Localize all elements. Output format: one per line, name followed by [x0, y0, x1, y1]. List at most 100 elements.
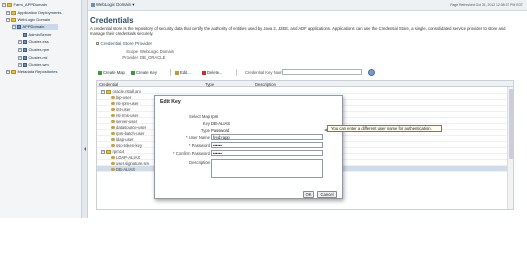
key-icon: [111, 161, 115, 166]
key-label: Key: [202, 121, 210, 126]
required-marker: *: [188, 143, 191, 148]
nav-item-cluster-rpm[interactable]: + Cluster-rpm: [18, 47, 49, 53]
ok-button[interactable]: OK: [303, 191, 314, 198]
username-label: User Name: [188, 135, 210, 140]
delete-button[interactable]: Delete...: [202, 69, 223, 76]
key-icon: [111, 95, 115, 100]
collapse-icon[interactable]: −: [12, 24, 16, 29]
scope-row: Scope WebLogic Domain: [116, 49, 174, 54]
edit-key-dialog: Edit Key Select Map rpm Key DB-ALIAS Typ…: [154, 95, 343, 199]
section-toggle-icon[interactable]: [96, 42, 99, 46]
nav-label: Application Deployments: [17, 10, 62, 15]
password-row: * Password ••••••: [155, 142, 344, 149]
cancel-button[interactable]: Cancel: [317, 191, 337, 198]
nav-label: Metadata Repositories: [17, 69, 58, 74]
edit-button[interactable]: Edit...: [175, 69, 191, 76]
username-tooltip: You can enter a different user name for …: [324, 125, 442, 132]
nav-label: Cluster-rrd: [28, 55, 48, 60]
scrollbar-thumb[interactable]: [509, 89, 513, 159]
nav-label: APPDomain: [22, 24, 45, 29]
server-icon: [23, 62, 27, 67]
app-page: − Farm_APPDomain + Application Deployments…: [0, 0, 527, 256]
confirm-password-input[interactable]: ••••••: [211, 150, 323, 156]
username-input[interactable]: fred:rapp: [211, 134, 323, 140]
create-key-button[interactable]: Create Key: [131, 69, 157, 76]
description-textarea[interactable]: [211, 159, 323, 178]
edit-label: Edit...: [180, 70, 191, 75]
key-icon: [111, 131, 115, 136]
vertical-scrollbar[interactable]: [507, 87, 513, 209]
page-description: A credential store is the repository of …: [90, 26, 506, 36]
target-header: WebLogic Domain ▾ Page Refreshed Oct 31,…: [88, 0, 527, 11]
server-icon: [23, 55, 27, 60]
nav-label: AdminServer: [28, 32, 52, 37]
create-key-label: Create Key: [136, 70, 157, 75]
search-icon[interactable]: [368, 68, 375, 76]
nav-label: WebLogic Domain: [17, 17, 51, 22]
expand-icon[interactable]: +: [6, 69, 10, 74]
credential-key-name-input[interactable]: [282, 69, 362, 75]
expand-icon[interactable]: +: [6, 10, 10, 15]
chevron-down-icon: ▾: [132, 2, 135, 7]
key-icon: [111, 101, 115, 106]
nav-item-metadata-repositories[interactable]: + Metadata Repositories: [6, 69, 58, 75]
create-map-label: Create Map: [103, 70, 125, 75]
confirm-password-row: * Confirm Password ••••••: [155, 150, 344, 157]
nav-item-weblogic-domain[interactable]: − WebLogic Domain: [6, 17, 50, 23]
scope-label: Scope: [126, 49, 138, 54]
nav-item-farm[interactable]: − Farm_APPDomain: [2, 2, 47, 8]
folder-icon: [11, 17, 16, 22]
server-icon: [23, 32, 27, 37]
collapse-icon[interactable]: −: [2, 2, 6, 7]
provider-label: Provider: [122, 55, 138, 60]
key-icon: [111, 137, 115, 142]
type-label: Type: [200, 128, 210, 133]
credential-store-provider-section[interactable]: Credential Store Provider: [96, 41, 152, 46]
nav-item-application-deployments[interactable]: + Application Deployments: [6, 10, 62, 16]
add-icon: [131, 70, 135, 75]
credential-key: DB-ALIAS: [111, 167, 135, 172]
provider-row: Provider DB_ORACLE: [116, 55, 165, 60]
nav-item-cluster-rrd[interactable]: + Cluster-rrd: [18, 55, 47, 61]
domain-icon: [91, 2, 95, 7]
key-icon: [111, 143, 115, 148]
domain-menu[interactable]: WebLogic Domain ▾: [91, 2, 134, 8]
nav-label: Cluster-ess: [28, 39, 49, 44]
expand-icon[interactable]: +: [18, 62, 22, 67]
description-label: Description: [189, 160, 210, 165]
delete-icon: [202, 70, 206, 75]
column-header-description[interactable]: Description: [255, 82, 276, 87]
scope-value: WebLogic Domain: [140, 49, 175, 54]
type-value: Password: [211, 128, 230, 133]
page-title: Credentials: [90, 16, 134, 25]
create-map-button[interactable]: Create Map: [98, 69, 125, 76]
username-row: * User Name fred:rapp: [155, 134, 344, 141]
key-row: Key DB-ALIAS: [155, 120, 344, 127]
domain-icon: [17, 24, 21, 29]
column-header-credential[interactable]: Credential: [99, 82, 118, 87]
collapse-icon[interactable]: −: [6, 17, 10, 22]
nav-item-adminserver[interactable]: AdminServer: [23, 32, 52, 38]
nav-item-appdomain[interactable]: − APPDomain: [12, 24, 58, 30]
domain-menu-label: WebLogic Domain: [96, 2, 132, 7]
expand-icon[interactable]: +: [18, 55, 22, 60]
credentials-toolbar: Create Map Create Key Edit... Delete... …: [96, 68, 516, 78]
expand-icon[interactable]: +: [18, 39, 22, 44]
nav-item-cluster-ess[interactable]: + Cluster-ess: [18, 39, 49, 45]
key-icon: [111, 113, 115, 118]
column-header-type[interactable]: Type: [205, 82, 214, 87]
add-icon: [98, 70, 102, 75]
required-marker: *: [186, 135, 188, 140]
credential-name: DB-ALIAS: [116, 166, 136, 172]
key-icon: [111, 107, 115, 112]
collapse-pane-icon[interactable]: [83, 147, 86, 151]
select-map-value: rpm: [211, 114, 219, 119]
nav-item-cluster-wm[interactable]: + Cluster-wm: [18, 62, 49, 68]
password-input[interactable]: ••••••: [211, 142, 323, 148]
folder-icon: [7, 2, 12, 7]
username-label-wrap: * User Name: [186, 135, 210, 140]
key-icon: [111, 155, 115, 160]
key-icon: [111, 167, 115, 172]
dialog-title: Edit Key: [160, 99, 181, 105]
expand-icon[interactable]: +: [18, 47, 22, 52]
